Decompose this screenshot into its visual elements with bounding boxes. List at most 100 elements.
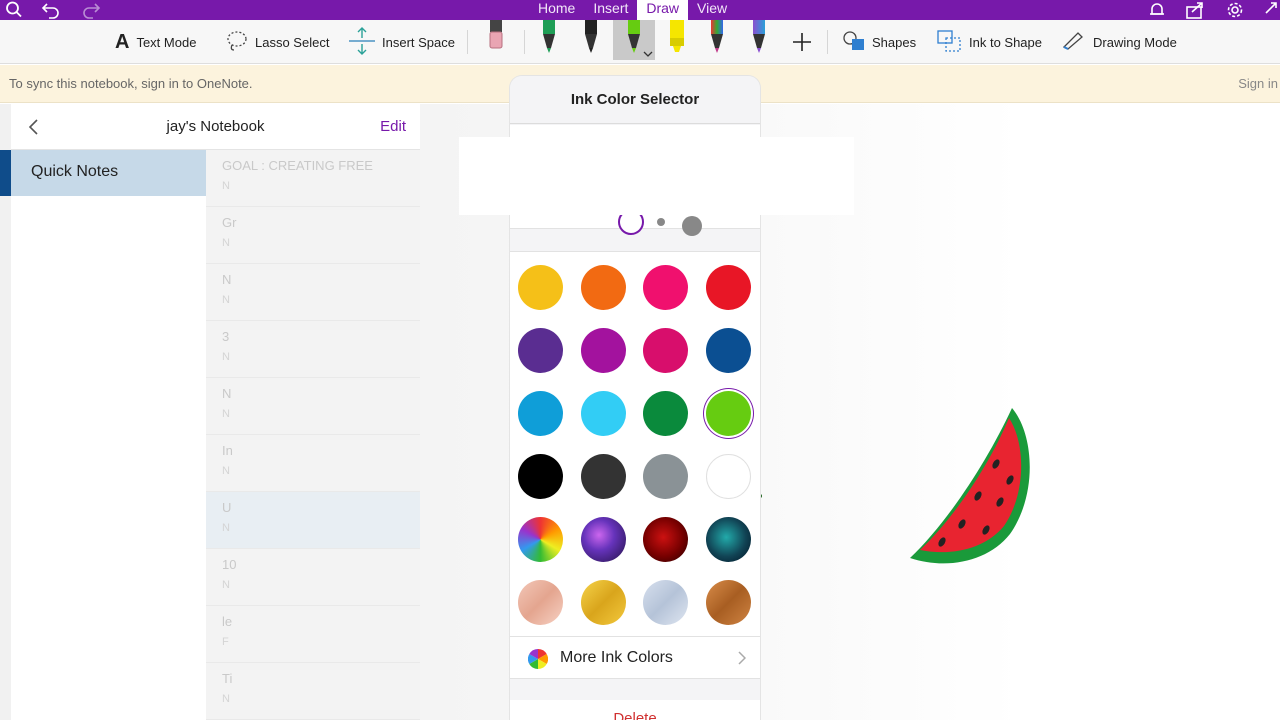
page-item[interactable]: GOAL : CREATING FREE N [206,150,420,207]
popover-title: Ink Color Selector [510,76,760,124]
color-palette [510,251,760,637]
eraser-tool[interactable] [478,20,514,60]
color-swatch-dark-gray[interactable] [581,454,626,499]
color-swatch-white[interactable] [706,454,751,499]
pen-tool-green-dark[interactable] [531,20,567,60]
page-subtitle: F [222,636,229,648]
page-item-selected[interactable]: U N [206,492,420,549]
page-item[interactable]: le F [206,606,420,663]
section-quick-notes[interactable]: Quick Notes [11,150,206,196]
plus-icon [793,33,811,51]
page-item[interactable]: Ti N [206,663,420,720]
page-item[interactable]: 3 N [206,321,420,378]
color-swatch-black[interactable] [518,454,563,499]
more-ink-colors-button[interactable]: More Ink Colors [510,637,760,679]
gear-icon[interactable] [1224,0,1246,20]
redo-icon[interactable] [80,0,102,20]
texture-swatch-rainbow[interactable] [518,517,563,562]
insert-space-button[interactable]: Insert Space [349,20,455,64]
texture-swatch-rose-gold[interactable] [518,580,563,625]
text-mode-button[interactable]: A Text Mode [115,20,196,64]
page-subtitle: N [222,522,230,534]
white-overlay [459,137,854,215]
highlighter-icon [670,20,684,52]
page-item[interactable]: N N [206,378,420,435]
page-title: Ti [222,671,233,686]
ribbon-divider [467,30,468,54]
ink-to-shape-button[interactable]: Ink to Shape [936,20,1042,64]
page-title: GOAL : CREATING FREE [222,158,373,173]
color-swatch-purple[interactable] [518,328,563,373]
delete-pen-button[interactable]: Delete [510,700,760,720]
thickness-option[interactable] [682,216,702,236]
page-subtitle: N [222,294,230,306]
more-ink-colors-label: More Ink Colors [560,649,673,666]
page-title: Gr [222,215,237,230]
color-swatch-navy[interactable] [706,328,751,373]
pen-tool-lime-selected[interactable] [613,20,655,60]
texture-swatch-silver[interactable] [643,580,688,625]
text-mode-icon: A [115,30,130,53]
bell-icon[interactable] [1146,0,1168,20]
color-swatch-crimson[interactable] [643,328,688,373]
texture-swatch-teal-nebula[interactable] [706,517,751,562]
page-title: N [222,386,232,401]
color-swatch-magenta[interactable] [581,328,626,373]
texture-swatch-red-nebula[interactable] [643,517,688,562]
pen-icon [585,20,597,53]
undo-icon[interactable] [40,0,62,20]
tab-view[interactable]: View [688,0,736,20]
page-item[interactable]: In N [206,435,420,492]
pen-icon [711,20,723,53]
page-item[interactable]: 10 N [206,549,420,606]
tab-home[interactable]: Home [529,0,584,20]
search-icon[interactable] [4,0,24,20]
tab-draw[interactable]: Draw [637,0,689,20]
page-subtitle: N [222,180,230,192]
texture-swatch-gold[interactable] [581,580,626,625]
chevron-right-icon [738,651,746,665]
notebook-header: jay's Notebook Edit [11,104,420,150]
color-swatch-gray[interactable] [643,454,688,499]
texture-swatch-bronze[interactable] [706,580,751,625]
ribbon-divider [827,30,828,54]
thickness-option[interactable] [657,218,665,226]
page-item[interactable]: Gr N [206,207,420,264]
eraser-icon [489,20,503,49]
color-wheel-icon [528,649,548,669]
highlighter-tool-yellow[interactable] [659,20,695,60]
sign-in-link[interactable]: Sign in [1238,76,1278,91]
texture-swatch-galaxy[interactable] [581,517,626,562]
shapes-button[interactable]: Shapes [843,20,916,64]
expand-icon[interactable] [1262,0,1280,20]
sync-banner-text: To sync this notebook, sign in to OneNot… [9,76,253,91]
edit-button[interactable]: Edit [380,118,406,135]
color-swatch-red[interactable] [706,265,751,310]
insert-space-icon [349,26,375,59]
color-swatch-lime-selected[interactable] [706,391,751,436]
page-title: 3 [222,329,230,344]
tab-insert[interactable]: Insert [584,0,637,20]
color-swatch-orange[interactable] [581,265,626,310]
color-swatch-green[interactable] [643,391,688,436]
color-swatch-cyan[interactable] [581,391,626,436]
lasso-select-button[interactable]: Lasso Select [226,20,329,64]
notebook-navigation: jay's Notebook Edit Quick Notes GOAL : C… [0,104,420,720]
color-swatch-yellow[interactable] [518,265,563,310]
page-title: In [222,443,233,458]
color-swatch-pink[interactable] [643,265,688,310]
pen-tool-black[interactable] [573,20,609,60]
pen-tool-galaxy[interactable] [741,20,777,60]
notebook-title: jay's Notebook [166,118,265,135]
notebook-edge-strip [0,104,11,720]
share-icon[interactable] [1184,0,1206,20]
add-pen-button[interactable] [784,20,820,60]
drawing-mode-button[interactable]: Drawing Mode [1062,20,1177,64]
color-swatch-blue[interactable] [518,391,563,436]
drawing-mode-label: Drawing Mode [1093,34,1177,50]
pen-tool-rainbow[interactable] [699,20,735,60]
ribbon-tabs: Home Insert Draw View [529,0,736,20]
lasso-icon [226,30,248,55]
page-item[interactable]: N N [206,264,420,321]
ink-to-shape-label: Ink to Shape [969,34,1042,50]
